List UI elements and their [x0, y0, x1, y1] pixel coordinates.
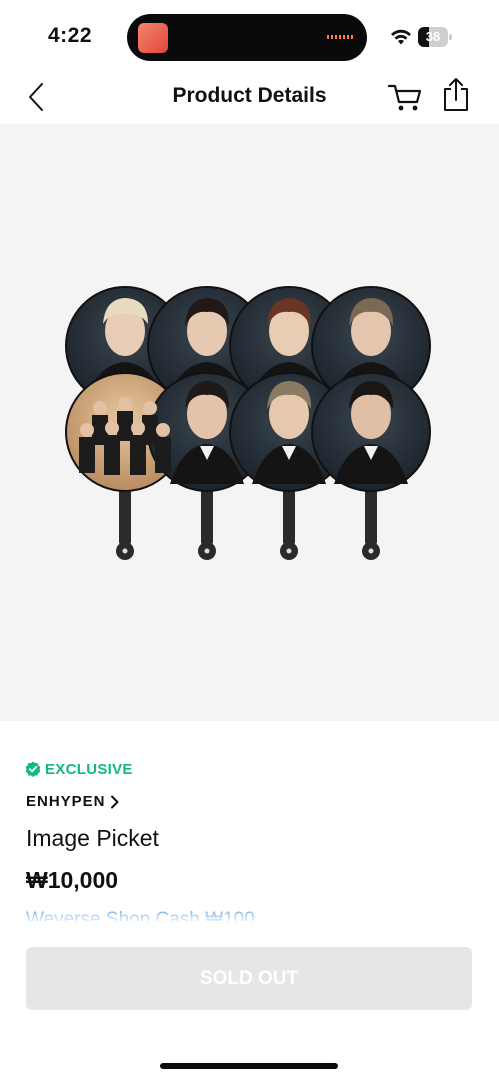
status-time: 4:22 — [48, 24, 93, 47]
page-title: Product Details — [172, 84, 327, 107]
status-bar: 4:22 38 — [0, 0, 499, 72]
now-playing-thumbnail — [138, 23, 168, 53]
product-price: ₩10,000 — [26, 867, 119, 893]
bottom-action-bar: SOLD OUT — [0, 921, 499, 1080]
image-picket-fans-illustration — [65, 286, 431, 560]
battery-level: 38 — [425, 29, 441, 44]
artist-link[interactable]: ENHYPEN — [26, 793, 120, 810]
exclusive-badge: EXCLUSIVE — [25, 760, 133, 778]
header: Product Details — [0, 72, 499, 124]
fan-handles — [116, 484, 380, 560]
chevron-right-icon — [110, 795, 119, 808]
wifi-icon — [391, 29, 411, 45]
bottom-row-portraits — [170, 381, 408, 484]
battery-icon: 38 — [418, 27, 452, 47]
dynamic-island — [127, 14, 367, 61]
waveform-icon — [327, 35, 353, 39]
product-image[interactable] — [0, 124, 499, 721]
artist-name: ENHYPEN — [26, 793, 106, 810]
share-icon[interactable] — [440, 76, 472, 114]
cart-icon[interactable] — [386, 80, 424, 114]
home-indicator[interactable] — [160, 1063, 338, 1069]
sold-out-button[interactable]: SOLD OUT — [26, 947, 472, 1010]
exclusive-label: EXCLUSIVE — [45, 760, 133, 778]
verified-badge-icon — [25, 761, 41, 777]
product-name: Image Picket — [26, 825, 159, 851]
